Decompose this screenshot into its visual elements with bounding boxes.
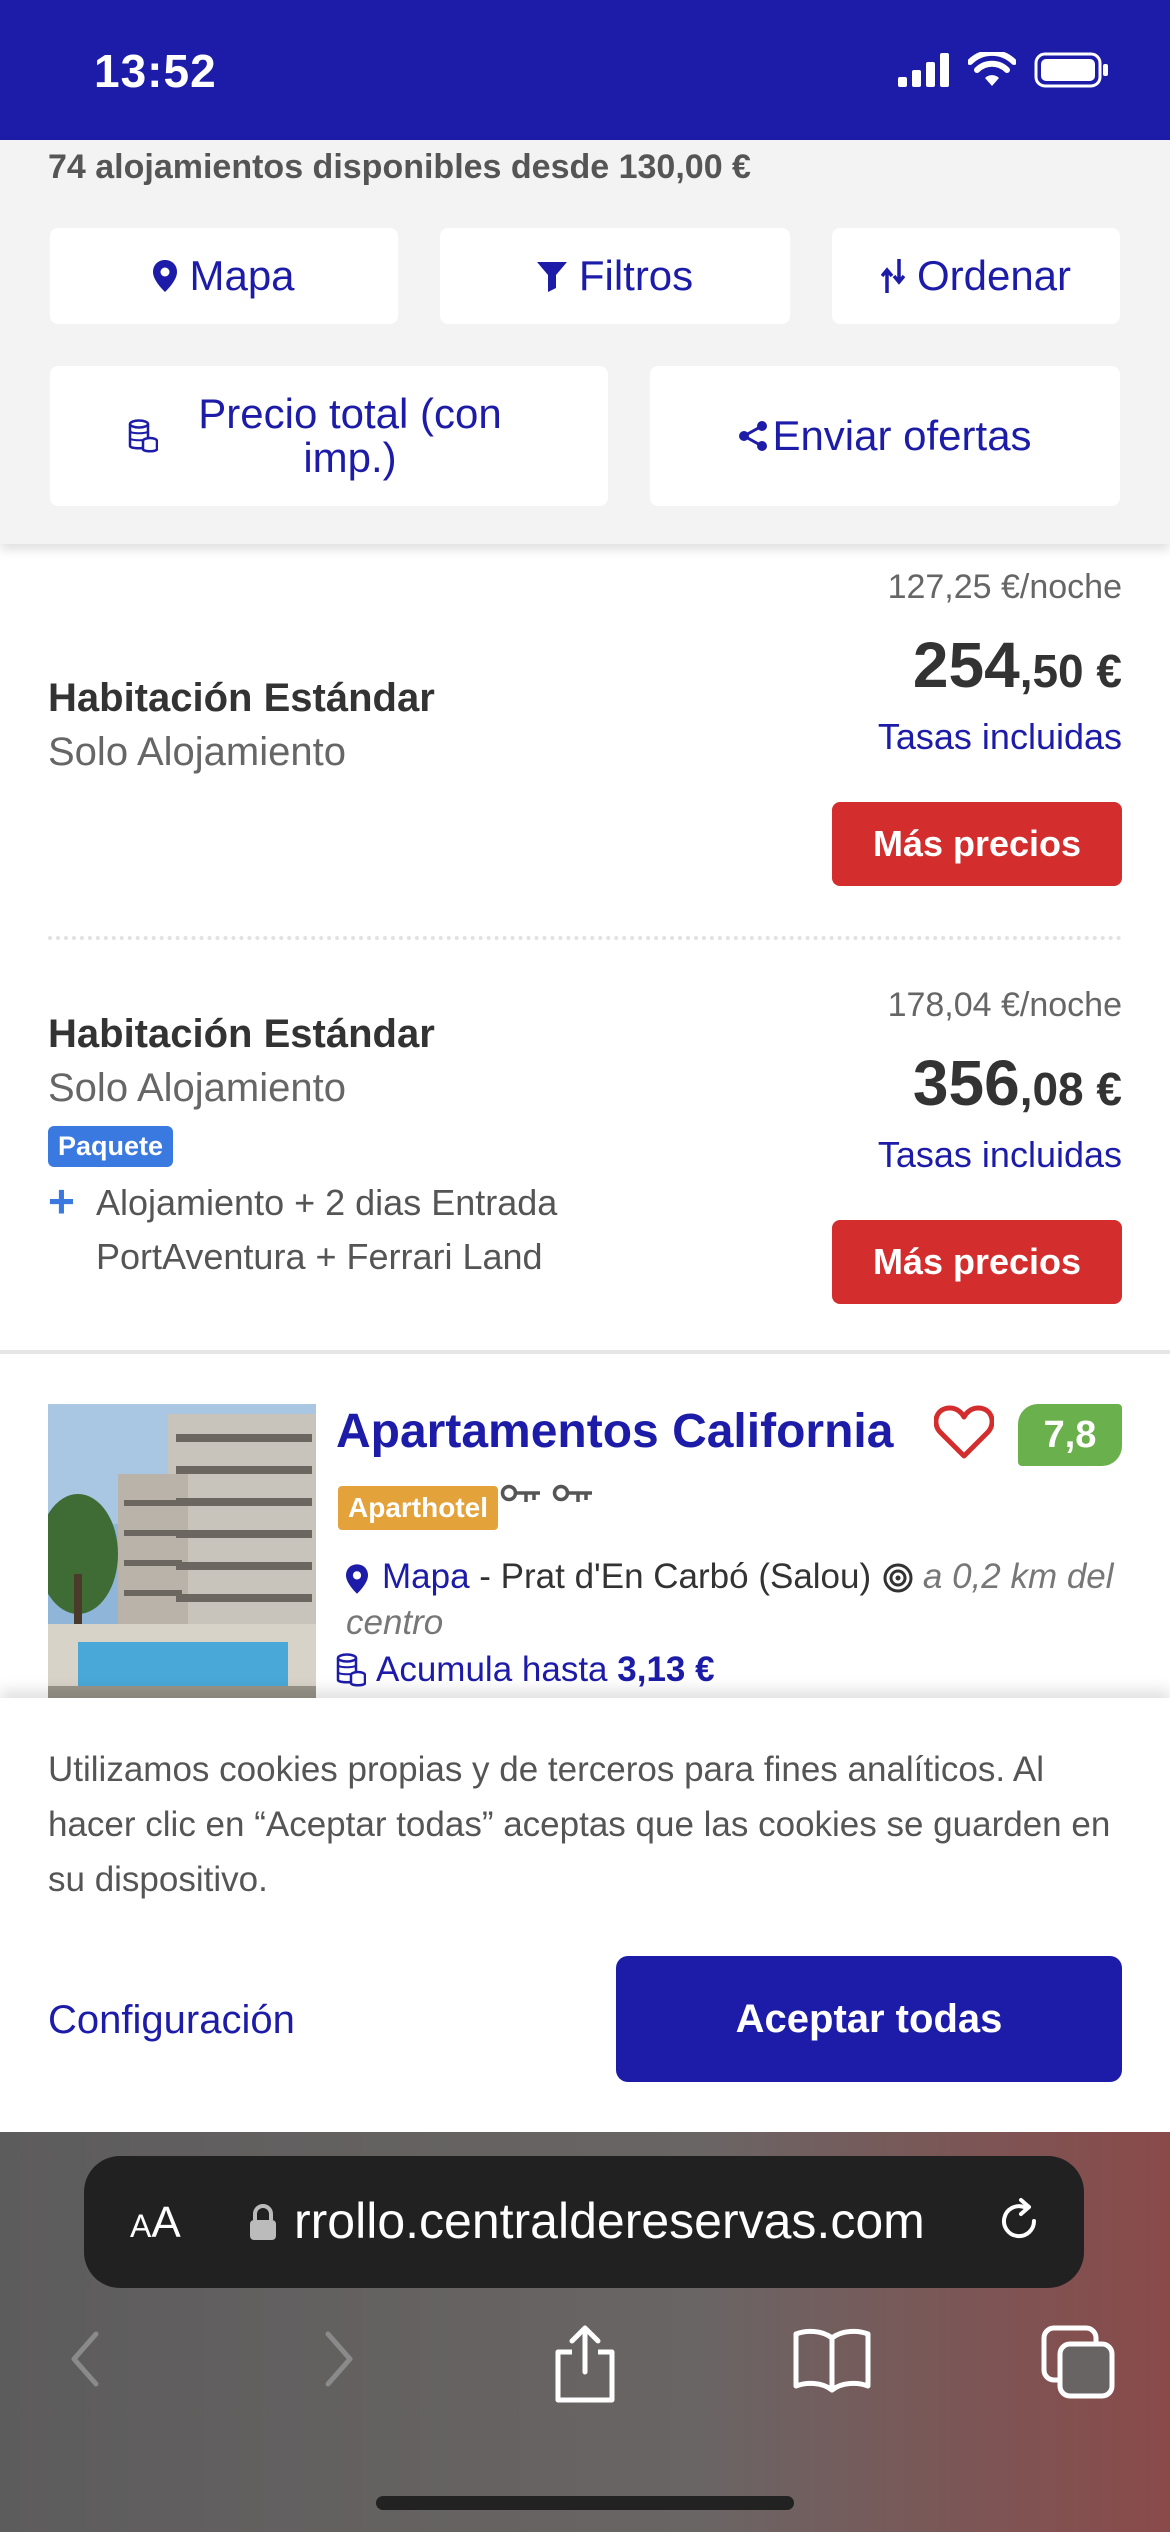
home-indicator xyxy=(376,2496,794,2510)
sort-button-label: Ordenar xyxy=(916,251,1072,299)
address-bar[interactable]: AA rrollo.centraldereservas.com xyxy=(84,2156,1084,2288)
board-type: Solo Alojamiento xyxy=(48,730,346,774)
text-size-button[interactable]: AA xyxy=(130,2198,181,2248)
location-line: Mapa - Prat d'En Carbó (Salou) a 0,2 km … xyxy=(346,1554,1126,1646)
price-decimal: ,08 € xyxy=(1019,1063,1122,1115)
send-offers-label: Enviar ofertas xyxy=(772,411,1032,459)
forward-icon[interactable] xyxy=(318,2324,358,2394)
status-icons xyxy=(898,52,1110,88)
signal-icon xyxy=(898,53,949,87)
map-button[interactable]: Mapa xyxy=(50,228,398,324)
url-text[interactable]: rrollo.centraldereservas.com xyxy=(294,2192,1014,2250)
location-name: - Prat d'En Carbó (Salou) xyxy=(469,1557,881,1596)
accumulate-value: 3,13 € xyxy=(617,1650,715,1689)
filter-panel: 74 alojamientos disponibles desde 130,00… xyxy=(0,140,1170,544)
price-integer: 254 xyxy=(912,629,1020,701)
more-prices-button[interactable]: Más precios xyxy=(832,802,1122,886)
package-description: Alojamiento + 2 dias Entrada PortAventur… xyxy=(96,1182,558,1277)
status-time: 13:52 xyxy=(94,45,217,97)
target-icon xyxy=(883,1563,913,1593)
filters-button[interactable]: Filtros xyxy=(440,228,790,324)
total-price-label: Precio total (con imp.) xyxy=(198,389,502,481)
coins-icon xyxy=(336,1653,366,1687)
total-price: 356,08 € xyxy=(913,1046,1122,1120)
taxes-included: Tasas incluidas xyxy=(877,1134,1122,1175)
share-icon xyxy=(739,421,768,451)
cookie-settings-link[interactable]: Configuración xyxy=(48,1998,295,2043)
taxes-included: Tasas incluidas xyxy=(877,716,1122,757)
browser-toolbar: AA rrollo.centraldereservas.com xyxy=(0,2132,1170,2532)
offer-divider xyxy=(48,936,1122,940)
cookie-banner: Utilizamos cookies propias y de terceros… xyxy=(0,1698,1170,2132)
price-per-night: 178,04 €/noche xyxy=(887,986,1122,1024)
category-badge: Aparthotel xyxy=(338,1486,498,1530)
share-ios-icon[interactable] xyxy=(550,2324,620,2404)
price-per-night: 127,25 €/noche xyxy=(887,568,1122,606)
send-offers-button[interactable]: Enviar ofertas xyxy=(650,366,1120,506)
status-bar: 13:52 xyxy=(0,0,1170,140)
availability-summary: 74 alojamientos disponibles desde 130,00… xyxy=(48,148,751,186)
room-name: Habitación Estándar xyxy=(48,1012,435,1056)
heart-icon[interactable] xyxy=(934,1404,994,1460)
more-prices-button[interactable]: Más precios xyxy=(832,1220,1122,1304)
section-separator xyxy=(0,1350,1170,1354)
price-decimal: ,50 € xyxy=(1019,645,1122,697)
key-icon xyxy=(500,1484,540,1502)
sort-icon xyxy=(880,259,905,293)
coins-icon xyxy=(128,419,158,453)
map-button-label: Mapa xyxy=(189,251,295,299)
cookie-message: Utilizamos cookies propias y de terceros… xyxy=(48,1750,1111,1899)
bookmarks-icon[interactable] xyxy=(792,2324,872,2394)
key-icon xyxy=(552,1484,592,1502)
package-badge: Paquete xyxy=(48,1126,174,1167)
total-price: 254,50 € xyxy=(913,628,1122,702)
room-name: Habitación Estándar xyxy=(48,676,435,720)
sort-button[interactable]: Ordenar xyxy=(832,228,1120,324)
reload-icon[interactable] xyxy=(994,2196,1044,2246)
hotel-photo[interactable] xyxy=(48,1404,316,1704)
accept-all-button[interactable]: Aceptar todas xyxy=(616,1956,1122,2082)
map-link[interactable]: Mapa xyxy=(382,1557,470,1596)
loyalty-accumulate: Acumula hasta 3,13 € xyxy=(336,1650,715,1690)
key-rating xyxy=(500,1484,594,1506)
rating-badge: 7,8 xyxy=(1018,1404,1122,1466)
battery-icon xyxy=(1034,52,1108,88)
tabs-icon[interactable] xyxy=(1040,2324,1116,2400)
map-pin-icon xyxy=(346,1564,368,1594)
filters-button-label: Filtros xyxy=(578,251,694,299)
browser-nav-bar xyxy=(0,2324,1170,2434)
price-integer: 356 xyxy=(912,1047,1020,1119)
wifi-icon xyxy=(968,52,1016,86)
accumulate-label: Acumula hasta xyxy=(376,1650,618,1689)
lock-icon xyxy=(250,2204,276,2240)
plus-icon: + xyxy=(48,1175,75,1227)
map-pin-icon xyxy=(153,260,178,292)
board-type: Solo Alojamiento xyxy=(48,1066,346,1110)
filter-icon xyxy=(536,262,567,292)
hotel-name[interactable]: Apartamentos California xyxy=(336,1404,893,1459)
total-price-toggle[interactable]: Precio total (con imp.) xyxy=(50,366,608,506)
back-icon[interactable] xyxy=(66,2324,106,2394)
